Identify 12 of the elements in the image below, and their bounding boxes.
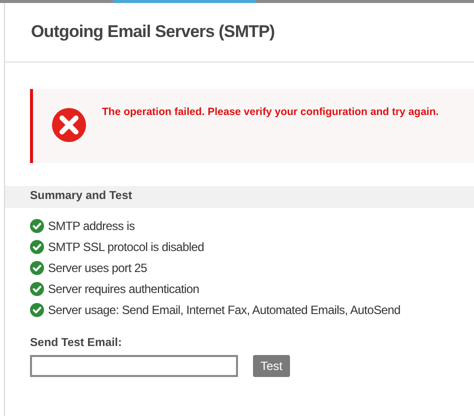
error-icon: [51, 107, 87, 143]
summary-item: Server uses port 25: [48, 260, 148, 276]
error-message: The operation failed. Please verify your configuration and try again.: [102, 105, 439, 120]
email-input-field[interactable]: [30, 355, 238, 378]
summary-item: Server requires authentication: [48, 280, 200, 298]
test-button[interactable]: Test: [253, 355, 290, 378]
summary-item: SMTP address is: [48, 218, 135, 234]
page-title: Outgoing Email Servers (SMTP): [31, 21, 275, 44]
field-label: Send Test Email:: [30, 336, 123, 351]
section-heading: Summary and Test: [30, 189, 132, 204]
summary-item: Server usage: Send Email, Internet Fax, Automated Emails, AutoSend: [48, 302, 400, 318]
summary-item: SMTP SSL protocol is disabled: [48, 238, 204, 256]
